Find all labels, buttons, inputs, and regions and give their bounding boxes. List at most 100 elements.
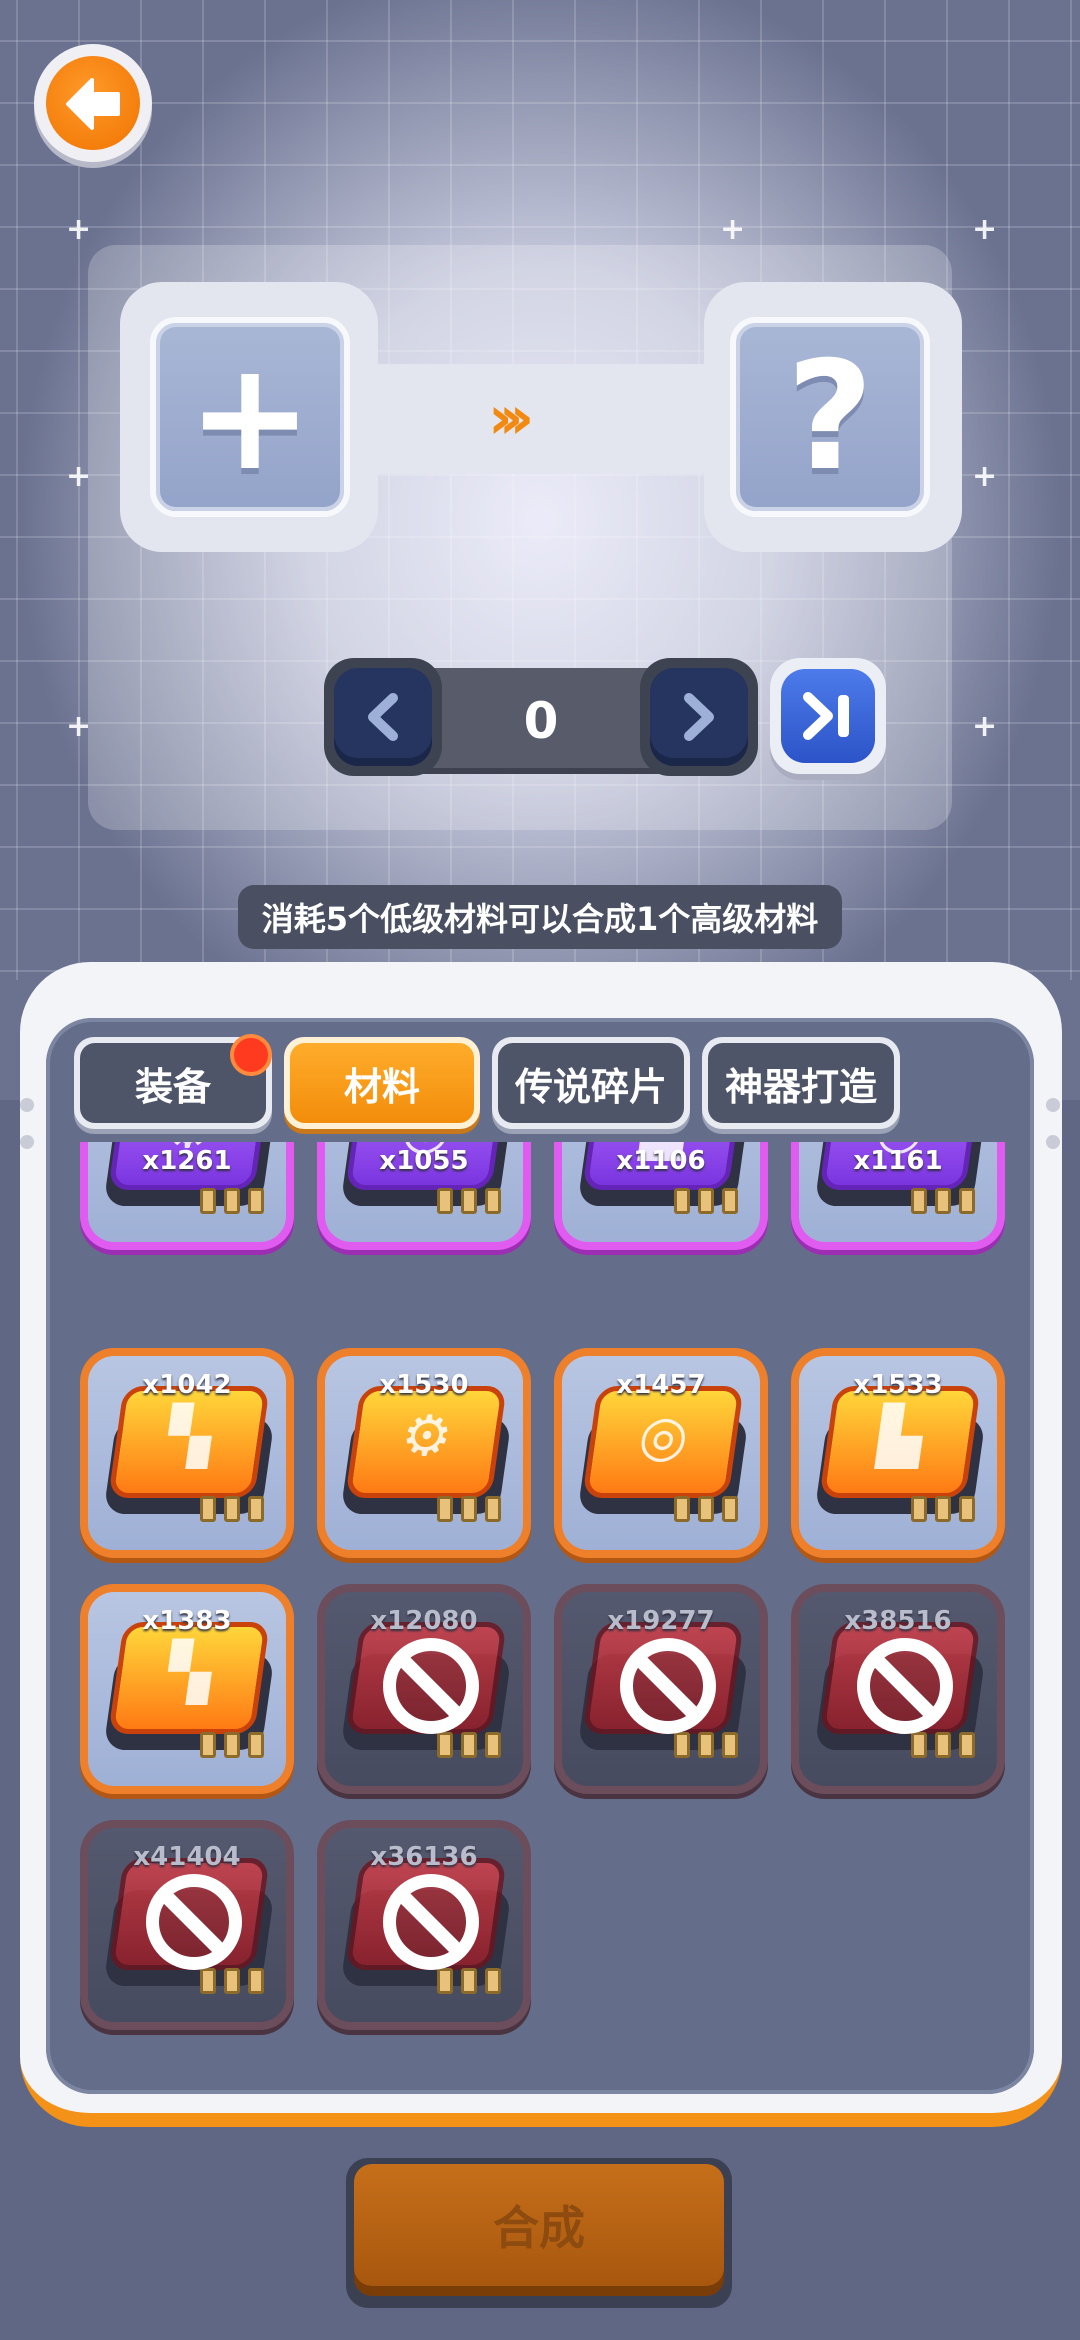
max-button-face (781, 669, 875, 763)
tab-materials[interactable]: 材料 (284, 1037, 480, 1129)
item-quantity: x1457 (616, 1370, 706, 1400)
back-button[interactable] (34, 44, 152, 162)
back-button-face (46, 56, 140, 150)
input-slot[interactable]: + (150, 317, 350, 517)
item-quantity: x1533 (853, 1370, 943, 1400)
boot-icon: ▙ (819, 1386, 981, 1498)
chevron-right-icon (684, 693, 714, 741)
merge-button-face: 合成 (354, 2164, 724, 2286)
chip-pins (911, 1732, 975, 1758)
tab-legend-shards-label: 传说碎片 (514, 1064, 667, 1109)
item-glyph: ▙ (874, 1404, 927, 1469)
output-slot[interactable]: ? (730, 317, 930, 517)
item-quantity: x1261 (142, 1146, 232, 1176)
item-quantity: x19277 (607, 1606, 715, 1636)
item-glyph: ▚ (163, 1404, 216, 1469)
merge-arrows-icon: ››› (488, 383, 534, 453)
question-icon: ? (786, 330, 874, 504)
skip-to-end-icon (803, 692, 849, 740)
frame-peg (20, 1098, 34, 1112)
prohibited-icon (620, 1638, 716, 1734)
chip-pins (437, 1732, 501, 1758)
chip-pins (437, 1496, 501, 1522)
material-item[interactable]: ◎ x1055 (317, 1142, 531, 1250)
chip-pins (200, 1496, 264, 1522)
plus-marker: + (66, 212, 92, 247)
frame-peg (1046, 1135, 1060, 1149)
item-quantity: x1042 (142, 1370, 232, 1400)
item-quantity: x1055 (379, 1146, 469, 1176)
arrow-left-icon (66, 78, 120, 130)
prohibited-icon (383, 1638, 479, 1734)
prohibited-icon (857, 1638, 953, 1734)
chip-pins (674, 1732, 738, 1758)
material-item[interactable]: ▙ x1106 (554, 1142, 768, 1250)
item-glyph: ▚ (163, 1640, 216, 1705)
frame-peg (20, 1135, 34, 1149)
item-quantity: x1530 (379, 1370, 469, 1400)
tab-legend-shards[interactable]: 传说碎片 (492, 1037, 690, 1129)
item-quantity: x41404 (133, 1842, 241, 1872)
max-button[interactable] (770, 658, 886, 774)
chip-pins (437, 1188, 501, 1214)
decrease-button[interactable] (324, 658, 442, 776)
merge-connector: + ? (120, 282, 962, 552)
chip-pins (911, 1496, 975, 1522)
material-item[interactable]: ▚ x1383 (80, 1584, 294, 1794)
item-quantity: x38516 (844, 1606, 952, 1636)
chip-pins (674, 1496, 738, 1522)
chip-pins (200, 1188, 264, 1214)
plus-marker: + (972, 212, 998, 247)
chip-pins (911, 1188, 975, 1214)
chip-pins (200, 1732, 264, 1758)
target-icon: ◎ (582, 1386, 744, 1498)
item-glyph: ⚙ (397, 1404, 457, 1469)
item-quantity: x1106 (616, 1146, 706, 1176)
increase-button[interactable] (640, 658, 758, 776)
item-quantity: x1161 (853, 1146, 943, 1176)
material-item-locked[interactable]: x12080 (317, 1584, 531, 1794)
add-icon: + (187, 330, 313, 504)
material-item[interactable]: ◔ x1161 (791, 1142, 1005, 1250)
merge-button-label: 合成 (493, 2201, 585, 2255)
material-item-locked[interactable]: x19277 (554, 1584, 768, 1794)
item-quantity: x1383 (142, 1606, 232, 1636)
material-item-locked[interactable]: x41404 (80, 1820, 294, 2030)
item-glyph: ◎ (634, 1404, 693, 1469)
prohibited-icon (383, 1874, 479, 1970)
tab-artifact-forge-face: 神器打造 (708, 1043, 894, 1123)
chip-pins (437, 1968, 501, 1994)
material-item[interactable]: ▚ x1042 (80, 1348, 294, 1558)
material-item[interactable]: ⚙ x1261 (80, 1142, 294, 1250)
gear-icon: ⚙ (345, 1386, 507, 1498)
chip-pins (674, 1188, 738, 1214)
material-item[interactable]: ◎ x1457 (554, 1348, 768, 1558)
item-quantity: x12080 (370, 1606, 478, 1636)
slot-bridge (368, 364, 714, 474)
plus-marker: + (720, 212, 746, 247)
merge-hint: 消耗5个低级材料可以合成1个高级材料 (238, 885, 842, 949)
plus-marker: + (972, 459, 998, 494)
tab-artifact-forge-label: 神器打造 (724, 1064, 877, 1109)
tab-artifact-forge[interactable]: 神器打造 (702, 1037, 900, 1129)
material-item[interactable]: ▙ x1533 (791, 1348, 1005, 1558)
tab-equipment-label: 装备 (134, 1064, 211, 1109)
material-item-locked[interactable]: x38516 (791, 1584, 1005, 1794)
increase-button-face (650, 668, 748, 766)
chip-pins (200, 1968, 264, 1994)
chevron-left-icon (368, 693, 398, 741)
armor-icon: ▚ (108, 1386, 270, 1498)
plus-marker: + (972, 709, 998, 744)
armor-icon: ▚ (108, 1622, 270, 1734)
tab-legend-shards-face: 传说碎片 (498, 1043, 684, 1123)
notification-badge (230, 1034, 272, 1076)
merge-button[interactable]: 合成 (346, 2158, 732, 2308)
item-quantity: x36136 (370, 1842, 478, 1872)
material-grid[interactable]: ⚙ x1261 ◎ x1055 ▙ x1106 ◔ x1161 ▚ x1042 … (66, 1142, 1024, 2072)
material-item[interactable]: ⚙ x1530 (317, 1348, 531, 1558)
merge-hint-text: 消耗5个低级材料可以合成1个高级材料 (261, 900, 819, 938)
tab-materials-label: 材料 (343, 1064, 420, 1109)
decrease-button-face (334, 668, 432, 766)
material-item-locked[interactable]: x36136 (317, 1820, 531, 2030)
frame-peg (1046, 1098, 1060, 1112)
